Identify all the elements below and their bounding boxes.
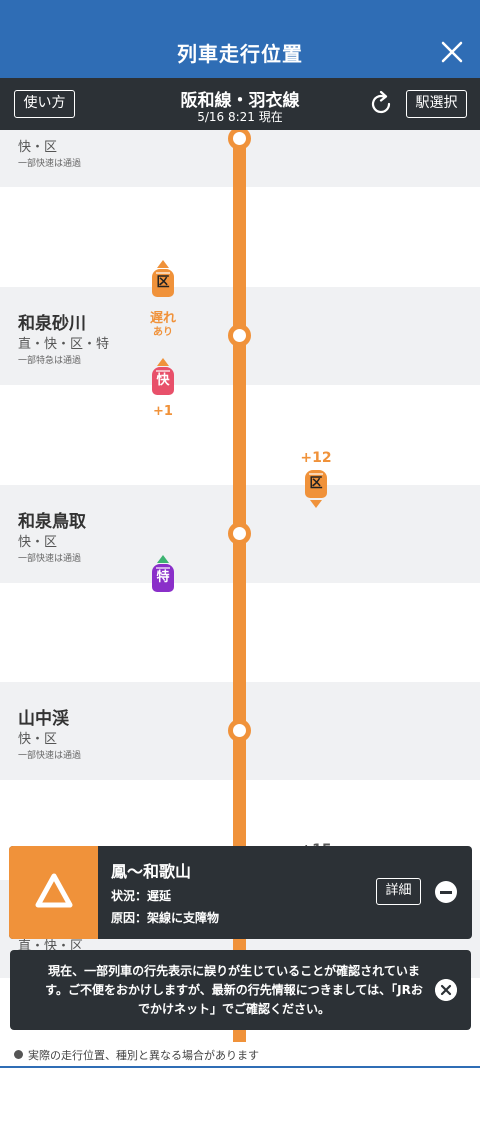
train-type: 快 <box>152 367 174 395</box>
page-title: 列車走行位置 <box>177 42 303 66</box>
collapse-icon[interactable] <box>435 881 457 903</box>
train-marker[interactable]: 区 <box>301 470 331 508</box>
warning-triangle-icon <box>35 873 73 908</box>
toolbar: 使い方 阪和線・羽衣線 5/16 8:21 現在 駅選択 <box>0 78 480 130</box>
bullet-icon <box>14 1050 23 1059</box>
train-delay-label: +1 <box>153 404 173 419</box>
station-name[interactable]: 山中渓 <box>18 704 69 729</box>
app-header: 列車走行位置 <box>0 0 480 78</box>
station-select-button[interactable]: 駅選択 <box>406 90 467 118</box>
refresh-icon[interactable] <box>367 90 395 118</box>
destination-notice: 現在、一部列車の行先表示に誤りが生じていることが確認されています。ご不便をおかけ… <box>10 950 471 1030</box>
alert-icon-box <box>9 846 98 939</box>
station-name[interactable]: 和泉砂川 <box>18 309 86 334</box>
detail-button[interactable]: 詳細 <box>376 878 421 905</box>
delay-alert-card[interactable]: 鳳〜和歌山 状況：遅延 原因：架線に支障物 詳細 <box>9 846 472 939</box>
alert-section: 鳳〜和歌山 <box>111 862 192 881</box>
train-marker[interactable]: 特 <box>148 555 178 592</box>
station-marker <box>228 522 251 545</box>
station-types: 直・快・区・特 <box>18 337 110 352</box>
train-delay-label: +12 <box>300 450 332 466</box>
station-marker <box>228 719 251 742</box>
alert-status: 状況：遅延 <box>111 889 172 903</box>
train-type: 特 <box>152 564 174 592</box>
station-types: 快・区 <box>18 732 58 747</box>
station-note: 一部快速は通過 <box>18 751 82 761</box>
close-icon[interactable] <box>438 38 466 66</box>
station-note: 一部快速は通過 <box>18 554 82 564</box>
station-types: 快・区 <box>18 140 58 155</box>
train-marker[interactable]: 快 <box>148 358 178 395</box>
notice-text: 現在、一部列車の行先表示に誤りが生じていることが確認されています。ご不便をおかけ… <box>45 964 423 1016</box>
station-note: 一部特急は通過 <box>18 356 82 366</box>
footer-text: 実際の走行位置、種別と異なる場合があります <box>28 1049 259 1062</box>
up-arrow-icon <box>157 358 169 366</box>
footer-disclaimer: 実際の走行位置、種別と異なる場合があります <box>0 1042 480 1068</box>
station-types: 快・区 <box>18 535 58 550</box>
down-arrow-icon <box>310 500 322 508</box>
train-type: 区 <box>152 269 174 297</box>
station-marker <box>228 324 251 347</box>
alert-cause: 原因：架線に支障物 <box>111 911 220 925</box>
train-marker[interactable]: 区 <box>148 260 178 297</box>
up-arrow-icon <box>157 260 169 268</box>
train-delay-label: あり <box>153 327 173 338</box>
station-name[interactable]: 和泉鳥取 <box>18 507 86 532</box>
close-circle-icon[interactable] <box>435 979 457 1001</box>
up-arrow-icon <box>157 555 169 563</box>
train-type: 区 <box>305 470 327 498</box>
station-note: 一部快速は通過 <box>18 159 82 169</box>
